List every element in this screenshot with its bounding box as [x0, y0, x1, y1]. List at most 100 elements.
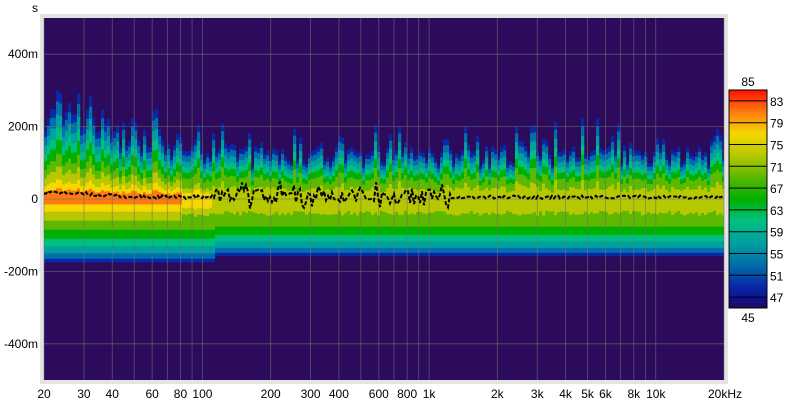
colorbar-tick-label: 59: [770, 226, 784, 240]
x-tick-label: 4k: [559, 387, 573, 401]
colorbar-tick-label: 63: [770, 204, 784, 218]
heat-cell: [482, 190, 486, 214]
heat-cell: [638, 189, 642, 212]
heat-cell: [590, 189, 594, 213]
heat-cell: [668, 192, 672, 211]
x-tick-label: 80: [174, 387, 188, 401]
heat-cell: [692, 189, 696, 214]
heat-cell: [578, 189, 582, 215]
heat-cell: [188, 193, 192, 208]
heat-cell: [143, 192, 147, 205]
x-tick-label: 300: [301, 387, 321, 401]
colorbar-tick-label: 83: [770, 95, 784, 109]
y-tick-label: 200m: [8, 120, 38, 134]
x-tick-label: 60: [145, 387, 159, 401]
heat-cell: [689, 189, 693, 213]
x-tick-label: 20kHz: [708, 387, 742, 401]
heat-cell: [593, 188, 597, 214]
heat-cell: [455, 187, 459, 216]
heat-cell: [77, 188, 81, 205]
heat-cell: [575, 188, 579, 215]
x-tick-label: 200: [261, 387, 281, 401]
heat-cell: [503, 186, 507, 214]
heat-cell: [479, 190, 483, 216]
heat-cell: [401, 187, 405, 215]
x-tick-label: 5k: [581, 387, 595, 401]
y-axis-unit: s: [32, 1, 38, 15]
x-tick-label: 40: [106, 387, 120, 401]
heat-cell: [491, 188, 495, 213]
x-tick-label: 100: [192, 387, 212, 401]
x-tick-label: 20: [37, 387, 51, 401]
heat-cell: [524, 186, 528, 215]
heat-cell: [362, 191, 366, 213]
x-tick-label: 800: [397, 387, 417, 401]
heat-cell: [344, 190, 348, 214]
heat-cell: [434, 191, 438, 212]
heat-cell: [452, 190, 456, 216]
spectrogram-chart: s 20 30 40 60 80 100 200 300 400 600 800 1k 2k 3k 4k 5k…: [4, 1, 784, 401]
heat-cell: [545, 188, 549, 211]
colorbar-tick-label: 51: [770, 269, 784, 283]
heat-cell: [527, 188, 531, 215]
heat-cell: [89, 188, 93, 205]
heat-cell: [518, 184, 522, 216]
heat-cell: [539, 191, 543, 212]
y-tick-labels: 400m 200m 0 -200m -400m: [4, 47, 38, 351]
heat-cell: [473, 187, 477, 215]
colorbar-max-label: 85: [741, 75, 755, 89]
y-tick-label: 400m: [8, 47, 38, 61]
heat-cell: [608, 186, 612, 215]
heat-cell: [113, 192, 117, 205]
heat-cell: [635, 189, 639, 212]
heat-cell: [707, 191, 711, 213]
colorbar-tick-label: 71: [770, 160, 784, 174]
colorbar-tick-label: 67: [770, 182, 784, 196]
heat-cell: [572, 187, 576, 214]
heat-cell: [224, 188, 228, 212]
heat-cell: [257, 187, 261, 214]
heat-cell: [512, 190, 516, 214]
heat-cell: [494, 187, 498, 214]
heat-cell: [698, 185, 702, 216]
heat-cell: [686, 186, 690, 215]
heat-cell: [500, 186, 504, 215]
heat-cell: [365, 190, 369, 212]
x-tick-labels: 20 30 40 60 80 100 200 300 400 600 800 1k 2k 3k 4k 5k 6k…: [37, 387, 742, 401]
heat-cell: [701, 189, 705, 213]
colorbar: 85 45 83 79 75 71 67 63 59 55 51 47: [728, 75, 784, 325]
heat-cell: [461, 188, 465, 214]
y-tick-label: 0: [31, 192, 38, 206]
heat-cell: [650, 190, 654, 214]
heat-cell: [710, 187, 714, 213]
x-tick-label: 10k: [646, 387, 666, 401]
heat-cell: [629, 186, 633, 215]
heat-cell: [548, 190, 552, 212]
heat-cell: [521, 185, 525, 215]
heat-cell: [95, 192, 99, 205]
heat-cell: [683, 189, 687, 216]
colorbar-tick-label: 47: [770, 291, 784, 305]
heat-cell: [560, 190, 564, 212]
x-tick-label: 1k: [423, 387, 437, 401]
heat-cell: [467, 187, 471, 214]
colorbar-min-label: 45: [741, 311, 755, 325]
heat-cell: [557, 189, 561, 213]
heat-cell: [602, 189, 606, 212]
heat-cell: [116, 191, 120, 205]
heat-cell: [506, 192, 510, 212]
heat-cell: [599, 189, 603, 211]
heat-cell: [206, 192, 210, 210]
heat-cell: [623, 189, 627, 211]
heat-cell: [647, 191, 651, 213]
heat-cell: [614, 189, 618, 213]
x-tick-label: 600: [369, 387, 389, 401]
heat-cell: [326, 189, 330, 215]
colorbar-tick-label: 75: [770, 139, 784, 153]
heat-cell: [386, 188, 390, 213]
heat-cell: [662, 185, 666, 214]
heat-cell: [704, 187, 708, 215]
heat-cell: [665, 189, 669, 214]
x-tick-label: 8k: [627, 387, 641, 401]
x-tick-label: 30: [77, 387, 91, 401]
